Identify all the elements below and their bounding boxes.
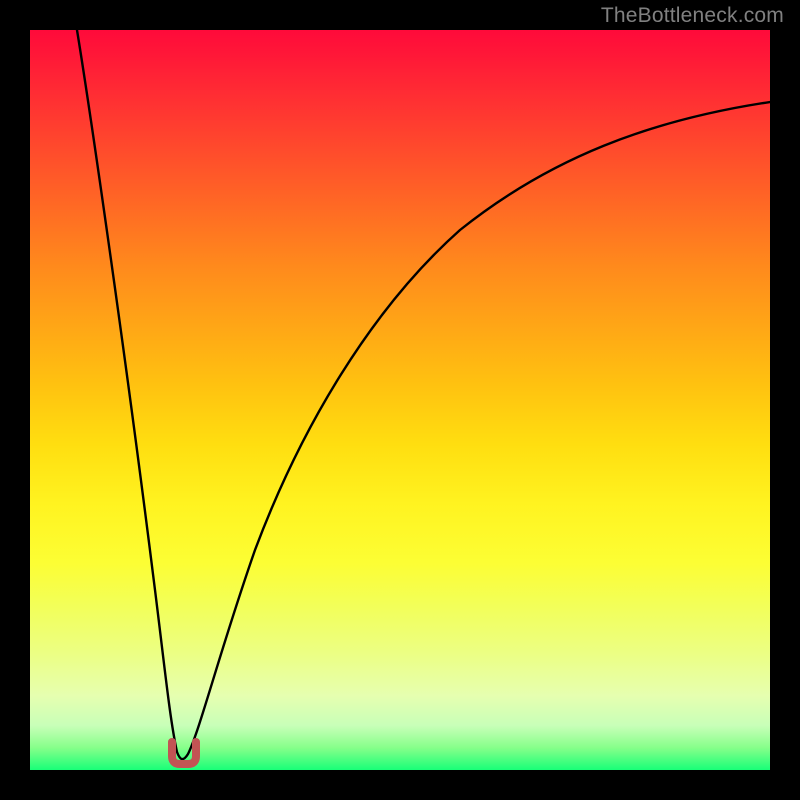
plot-area bbox=[30, 30, 770, 770]
watermark-text: TheBottleneck.com bbox=[601, 4, 784, 28]
chart-frame: TheBottleneck.com bbox=[0, 0, 800, 800]
optimal-marker-icon bbox=[172, 742, 196, 764]
bottleneck-curve bbox=[77, 30, 770, 759]
curve-svg bbox=[30, 30, 770, 770]
